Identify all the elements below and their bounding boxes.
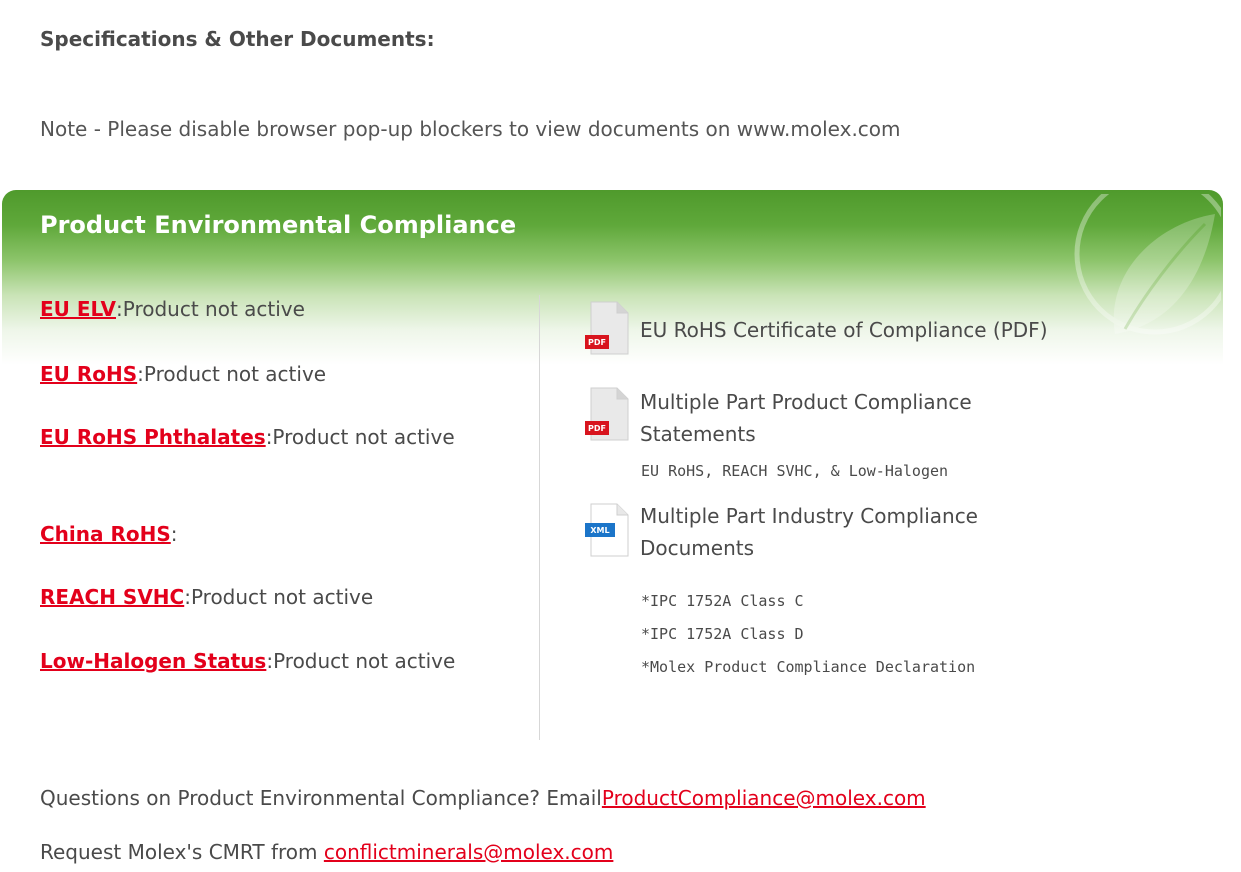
reach-svhc-link[interactable]: REACH SVHC [40, 585, 184, 609]
eu-elv-status: :Product not active [116, 297, 305, 321]
status-item-low-halogen: Low-Halogen Status:Product not active [40, 646, 510, 677]
multiple-part-industry-label-line1: Multiple Part Industry Compliance [640, 504, 978, 528]
svg-text:PDF: PDF [588, 338, 606, 347]
compliance-question-line: Questions on Product Environmental Compl… [40, 786, 926, 810]
eu-rohs-link[interactable]: EU RoHS [40, 362, 137, 386]
leaf-watermark-icon [1074, 194, 1221, 335]
cmrt-request-text: Request Molex's CMRT from [40, 840, 324, 864]
section-heading: Specifications & Other Documents: [40, 27, 435, 51]
status-item-eu-rohs-phthalates: EU RoHS Phthalates:Product not active [40, 422, 510, 453]
statements-subtitle: EU RoHS, REACH SVHC, & Low-Halogen [641, 462, 949, 480]
low-halogen-link[interactable]: Low-Halogen Status [40, 649, 266, 673]
china-rohs-status: : [170, 522, 178, 546]
cmrt-request-line: Request Molex's CMRT from conflictminera… [40, 840, 613, 864]
multiple-part-industry-label-line2: Documents [640, 536, 755, 560]
eu-rohs-certificate-label: EU RoHS Certificate of Compliance (PDF) [640, 318, 1048, 342]
multiple-part-statements-label-line1: Multiple Part Product Compliance [640, 390, 972, 414]
eu-rohs-status: :Product not active [137, 362, 327, 386]
status-item-china-rohs: China RoHS: [40, 519, 510, 550]
xml-icon[interactable]: XML [585, 503, 629, 557]
eu-elv-link[interactable]: EU ELV [40, 297, 116, 321]
eu-rohs-certificate-link[interactable]: EU RoHS Certificate of Compliance (PDF) [640, 314, 1048, 346]
multiple-part-statements-link[interactable]: Multiple Part Product Compliance Stateme… [640, 386, 972, 450]
china-rohs-link[interactable]: China RoHS [40, 522, 171, 546]
pdf-icon[interactable]: PDF [585, 387, 629, 441]
compliance-question-text: Questions on Product Environmental Compl… [40, 786, 602, 810]
reach-svhc-status: :Product not active [184, 585, 374, 609]
popup-blocker-note: Note - Please disable browser pop-up blo… [40, 117, 901, 141]
svg-text:PDF: PDF [588, 424, 606, 433]
svg-text:XML: XML [590, 526, 609, 535]
product-compliance-email-link[interactable]: ProductCompliance@molex.com [602, 786, 926, 810]
molex-declaration-link[interactable]: *Molex Product Compliance Declaration [641, 658, 975, 676]
status-item-reach-svhc: REACH SVHC:Product not active [40, 582, 510, 613]
conflict-minerals-email-link[interactable]: conflictminerals@molex.com [324, 840, 614, 864]
pdf-icon[interactable]: PDF [585, 301, 629, 355]
column-divider [539, 295, 540, 740]
compliance-panel-title: Product Environmental Compliance [40, 211, 517, 239]
low-halogen-status: :Product not active [266, 649, 456, 673]
status-item-eu-rohs: EU RoHS:Product not active [40, 359, 510, 390]
ipc-class-c-link[interactable]: *IPC 1752A Class C [641, 592, 804, 610]
eu-rohs-phthalates-link[interactable]: EU RoHS Phthalates [40, 425, 266, 449]
multiple-part-statements-label-line2: Statements [640, 422, 756, 446]
multiple-part-industry-link[interactable]: Multiple Part Industry Compliance Docume… [640, 500, 978, 564]
ipc-class-d-link[interactable]: *IPC 1752A Class D [641, 625, 804, 643]
status-item-eu-elv: EU ELV:Product not active [40, 294, 510, 325]
eu-rohs-phthalates-status: :Product not active [265, 425, 455, 449]
